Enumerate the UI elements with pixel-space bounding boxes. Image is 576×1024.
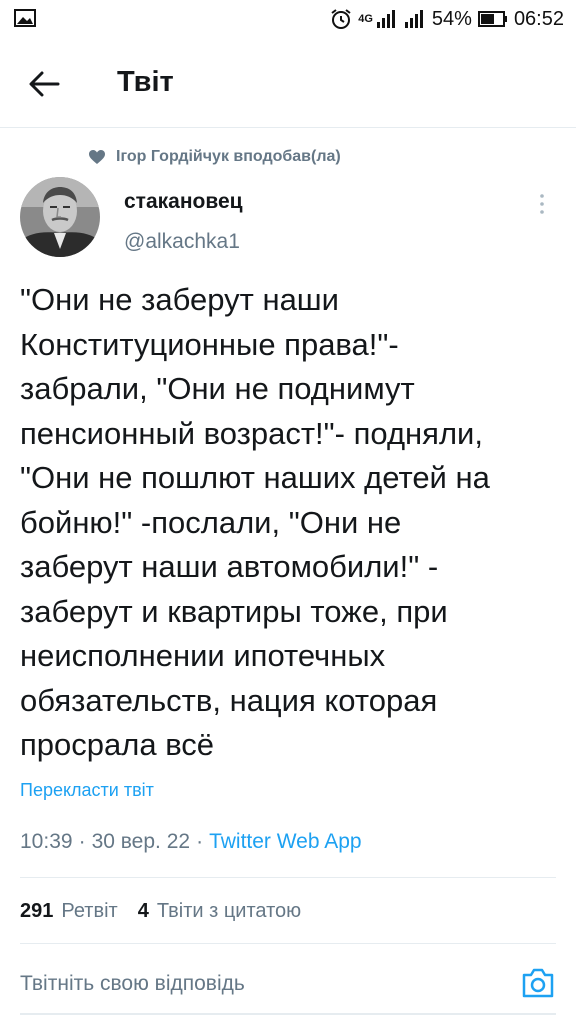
social-context-text: Ігор Гордійчук вподобав(ла) <box>116 148 341 165</box>
tweet-stats: 291 Ретвіт 4 Твіти з цитатою <box>20 900 301 923</box>
quotes-label: Твіти з цитатою <box>156 900 302 922</box>
reply-input[interactable]: Твітніть свою відповідь <box>20 972 245 996</box>
tweet-meta: 10:39 · 30 вер. 22 · Twitter Web App <box>20 830 362 854</box>
retweets-stat[interactable]: 291 Ретвіт <box>20 900 118 923</box>
status-bar: 4G 54% 06:52 <box>0 0 576 38</box>
tweet-time: 10:39 <box>20 830 73 853</box>
author-name[interactable]: стакановец <box>124 190 243 214</box>
battery-percent: 54% <box>431 7 472 30</box>
gallery-icon <box>14 9 36 27</box>
signal-icon <box>376 10 395 28</box>
arrow-left-icon <box>29 71 60 97</box>
divider-2 <box>20 943 556 944</box>
clock: 06:52 <box>513 7 564 30</box>
camera-icon[interactable] <box>520 965 556 1001</box>
translate-tweet-link[interactable]: Перекласти твіт <box>20 780 154 801</box>
avatar[interactable] <box>20 177 100 257</box>
meta-separator-2: · <box>196 830 204 853</box>
heart-icon <box>89 150 105 164</box>
retweets-label: Ретвіт <box>61 900 118 922</box>
quotes-stat[interactable]: 4 Твіти з цитатою <box>138 900 301 923</box>
back-button[interactable] <box>24 66 64 102</box>
signal-icon-2 <box>404 10 423 28</box>
author-handle[interactable]: @alkachka1 <box>124 230 240 254</box>
alarm-icon <box>331 9 351 29</box>
avatar-image <box>20 177 100 257</box>
meta-separator: · <box>78 830 86 853</box>
header: Твіт <box>0 40 576 128</box>
tweet-text: "Они не заберут наши Конституционные пра… <box>20 282 490 762</box>
battery-icon <box>477 11 507 27</box>
more-options-icon[interactable] <box>532 190 552 218</box>
divider <box>20 877 556 878</box>
page-title: Твіт <box>117 66 174 98</box>
reply-underline <box>20 1013 556 1015</box>
retweets-count: 291 <box>20 900 54 922</box>
social-context[interactable]: Ігор Гордійчук вподобав(ла) <box>88 146 341 168</box>
tweet-source-link[interactable]: Twitter Web App <box>209 830 362 854</box>
quotes-count: 4 <box>137 900 149 922</box>
network-type: 4G <box>358 13 373 25</box>
tweet-date: 30 вер. 22 <box>91 830 191 853</box>
